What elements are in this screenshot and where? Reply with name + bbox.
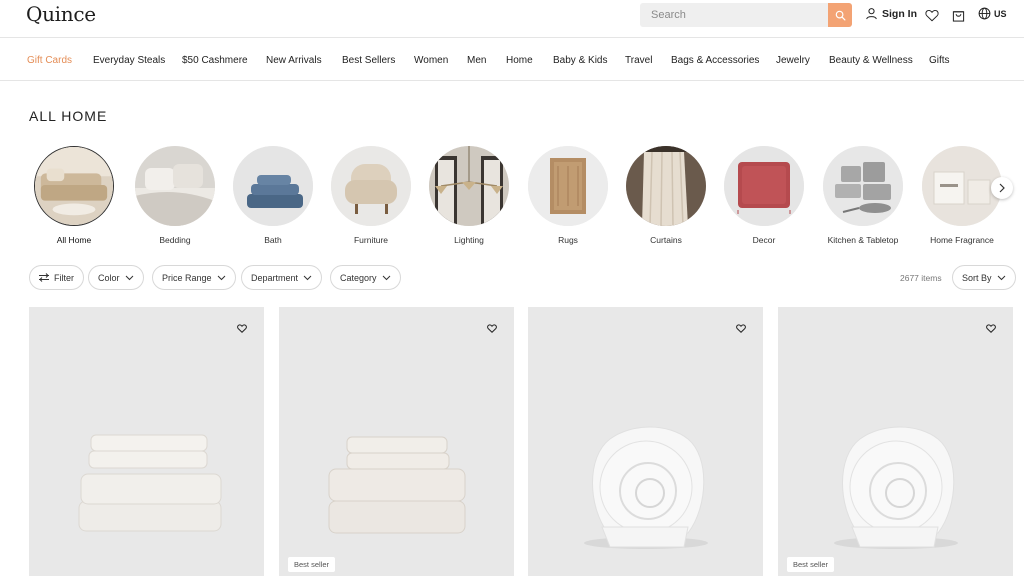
product-image (584, 426, 708, 549)
category-image (34, 146, 114, 226)
top-header: Quince Sign In US (0, 0, 1024, 37)
best-seller-badge: Best seller (787, 557, 835, 572)
chevron-down-icon (217, 275, 225, 280)
nav-beauty-wellness[interactable]: Beauty & Wellness (829, 55, 913, 66)
category-kitchen-tabletop[interactable]: Kitchen & Tabletop (823, 146, 903, 245)
wishlist-heart-button[interactable] (985, 322, 997, 334)
chevron-down-icon (303, 275, 312, 280)
category-image (135, 146, 215, 226)
category-image (823, 146, 903, 226)
nav-new-arrivals[interactable]: New Arrivals (266, 55, 322, 66)
nav-everyday-steals[interactable]: Everyday Steals (93, 55, 165, 66)
product-card[interactable]: Best seller (778, 307, 1013, 576)
category-image (724, 146, 804, 226)
search-button[interactable] (828, 3, 852, 27)
cart-button[interactable] (950, 7, 966, 23)
filter-label: Filter (54, 272, 74, 283)
nav-travel[interactable]: Travel (625, 55, 652, 66)
globe-icon (978, 7, 991, 20)
nav-women[interactable]: Women (414, 55, 448, 66)
item-count: 2677 items (900, 273, 942, 283)
wishlist-heart-button[interactable] (486, 322, 498, 334)
sort-label: Sort By (962, 272, 992, 283)
sliders-icon (39, 273, 49, 282)
chevron-down-icon (997, 275, 1005, 280)
filter-button[interactable]: Filter (29, 265, 84, 290)
filter-category[interactable]: Category (330, 265, 401, 290)
category-image (233, 146, 313, 226)
chevron-down-icon (125, 275, 133, 280)
heart-icon (736, 323, 746, 333)
category-all-home[interactable]: All Home (34, 146, 114, 245)
product-image (78, 434, 222, 532)
category-bedding[interactable]: Bedding (135, 146, 215, 245)
sign-in-label: Sign In (882, 7, 917, 20)
search-bar (640, 3, 852, 27)
wishlist-heart-button[interactable] (735, 322, 747, 334)
nav-gift-cards[interactable]: Gift Cards (27, 55, 72, 66)
category-rugs[interactable]: Rugs (528, 146, 608, 245)
product-image (834, 426, 958, 549)
heart-icon (487, 323, 497, 333)
cart-icon (952, 10, 964, 22)
category-label: Home Fragrance (930, 235, 994, 245)
nav-50-cashmere[interactable]: $50 Cashmere (182, 55, 248, 66)
quince-logo[interactable]: Quince (26, 2, 96, 26)
sign-in-link[interactable]: Sign In (865, 7, 917, 20)
search-input[interactable] (640, 3, 828, 27)
page-title: ALL HOME (29, 108, 108, 124)
chevron-down-icon (382, 275, 390, 280)
category-image (429, 146, 509, 226)
sort-by-dropdown[interactable]: Sort By (952, 265, 1016, 290)
filter-department[interactable]: Department (241, 265, 323, 290)
product-card[interactable] (29, 307, 264, 576)
nav-best-sellers[interactable]: Best Sellers (342, 55, 395, 66)
wishlist-heart-button[interactable] (236, 322, 248, 334)
heart-icon (237, 323, 247, 333)
category-curtains[interactable]: Curtains (626, 146, 706, 245)
category-image (528, 146, 608, 226)
filter-chip-label: Price Range (162, 272, 212, 283)
locale-selector[interactable]: US (978, 7, 1007, 20)
filter-color[interactable]: Color (88, 265, 144, 290)
category-decor[interactable]: Decor (724, 146, 804, 245)
nav-bags-accessories[interactable]: Bags & Accessories (671, 55, 759, 66)
wishlist-button[interactable] (924, 7, 940, 23)
product-card[interactable]: Best seller (279, 307, 514, 576)
best-seller-badge: Best seller (288, 557, 336, 572)
filter-price-range[interactable]: Price Range (152, 265, 236, 290)
category-bath[interactable]: Bath (233, 146, 313, 245)
filter-chip-label: Color (98, 272, 120, 283)
category-image (626, 146, 706, 226)
filter-chip-label: Category (340, 272, 377, 283)
nav-jewelry[interactable]: Jewelry (776, 55, 810, 66)
nav-gifts[interactable]: Gifts (929, 55, 950, 66)
category-next-button[interactable] (991, 177, 1013, 199)
nav-men[interactable]: Men (467, 55, 486, 66)
heart-icon (986, 323, 996, 333)
chevron-right-icon (999, 183, 1005, 193)
filter-chip-label: Department (251, 272, 299, 283)
search-icon (835, 10, 845, 20)
category-image (922, 146, 1002, 226)
main-nav: Gift Cards Everyday Steals $50 Cashmere … (0, 37, 1024, 81)
locale-label: US (994, 8, 1007, 19)
category-image (331, 146, 411, 226)
category-lighting[interactable]: Lighting (429, 146, 509, 245)
nav-home[interactable]: Home (506, 55, 533, 66)
nav-baby-kids[interactable]: Baby & Kids (553, 55, 607, 66)
heart-icon (925, 9, 939, 21)
product-card[interactable] (528, 307, 763, 576)
category-furniture[interactable]: Furniture (331, 146, 411, 245)
product-image (328, 436, 466, 534)
category-home-fragrance[interactable]: Home Fragrance (922, 146, 1002, 245)
user-icon (866, 8, 877, 20)
